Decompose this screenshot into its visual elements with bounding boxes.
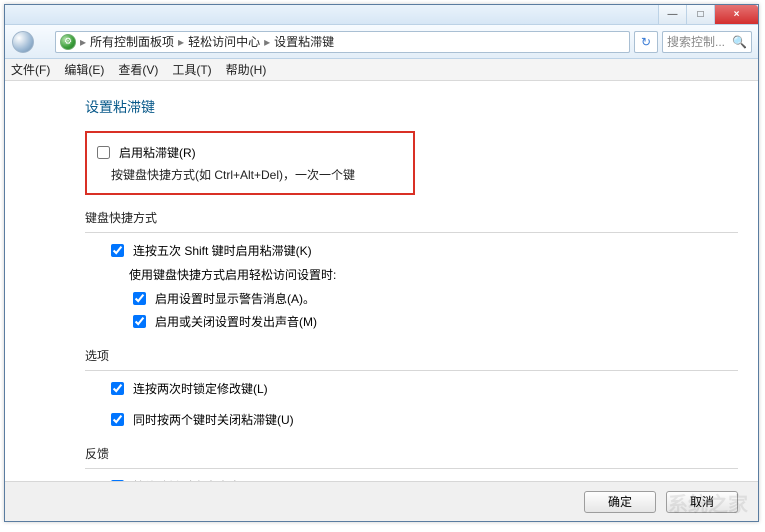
shift5-checkbox[interactable] — [111, 244, 124, 257]
shift5-label: 连按五次 Shift 键时启用粘滞键(K) — [133, 242, 312, 259]
back-icon[interactable] — [12, 31, 34, 53]
twokeys-off-checkbox[interactable] — [111, 413, 124, 426]
enable-sticky-keys-checkbox[interactable] — [97, 146, 110, 159]
sound-checkbox[interactable] — [133, 315, 146, 328]
chevron-right-icon: ▸ — [264, 35, 270, 49]
search-input[interactable]: 搜索控制... 🔍 — [662, 31, 752, 53]
cancel-button[interactable]: 取消 — [666, 491, 738, 513]
menu-file[interactable]: 文件(F) — [11, 61, 50, 78]
warn-label: 启用设置时显示警告消息(A)。 — [155, 290, 315, 307]
divider — [85, 370, 738, 371]
window-frame: — □ × ⚙ ▸ 所有控制面板项 ▸ 轻松访问中心 ▸ 设置粘滞键 ↻ 搜索控… — [4, 4, 759, 522]
ok-button[interactable]: 确定 — [584, 491, 656, 513]
highlight-box: 启用粘滞键(R) 按键盘快捷方式(如 Ctrl+Alt+Del)，一次一个键 — [85, 131, 415, 195]
menu-edit[interactable]: 编辑(E) — [64, 61, 104, 78]
menu-tools[interactable]: 工具(T) — [172, 61, 211, 78]
close-button[interactable]: × — [714, 5, 758, 24]
explorer-bar: ⚙ ▸ 所有控制面板项 ▸ 轻松访问中心 ▸ 设置粘滞键 ↻ 搜索控制... 🔍 — [5, 25, 758, 59]
chevron-right-icon: ▸ — [80, 35, 86, 49]
lock-modifier-label: 连按两次时锁定修改键(L) — [133, 380, 268, 397]
menu-help[interactable]: 帮助(H) — [226, 61, 267, 78]
warn-checkbox[interactable] — [133, 292, 146, 305]
nav-back-forward[interactable] — [11, 29, 51, 55]
divider — [85, 468, 738, 469]
content-area[interactable]: 设置粘滞键 启用粘滞键(R) 按键盘快捷方式(如 Ctrl+Alt+Del)，一… — [5, 83, 758, 481]
control-panel-icon: ⚙ — [60, 34, 76, 50]
address-bar[interactable]: ⚙ ▸ 所有控制面板项 ▸ 轻松访问中心 ▸ 设置粘滞键 — [55, 31, 630, 53]
minimize-button[interactable]: — — [658, 5, 686, 24]
chevron-right-icon: ▸ — [178, 35, 184, 49]
divider — [85, 232, 738, 233]
search-placeholder: 搜索控制... — [667, 33, 725, 50]
section-options: 选项 — [85, 347, 738, 364]
twokeys-off-label: 同时按两个键时关闭粘滞键(U) — [133, 411, 294, 428]
maximize-button[interactable]: □ — [686, 5, 714, 24]
enable-sticky-keys-label: 启用粘滞键(R) — [119, 144, 196, 161]
breadcrumb-sticky-keys[interactable]: 设置粘滞键 — [274, 33, 334, 50]
enable-sticky-keys-desc: 按键盘快捷方式(如 Ctrl+Alt+Del)，一次一个键 — [111, 166, 405, 183]
sound-label: 启用或关闭设置时发出声音(M) — [155, 313, 317, 330]
breadcrumb-ease-of-access[interactable]: 轻松访问中心 — [188, 33, 260, 50]
footer-bar: 确定 取消 — [5, 481, 758, 521]
search-icon: 🔍 — [732, 35, 747, 49]
menu-bar: 文件(F) 编辑(E) 查看(V) 工具(T) 帮助(H) — [5, 59, 758, 81]
page-title: 设置粘滞键 — [85, 97, 738, 117]
menu-view[interactable]: 查看(V) — [118, 61, 158, 78]
shift5-desc: 使用键盘快捷方式启用轻松访问设置时: — [129, 266, 738, 283]
breadcrumb-all-items[interactable]: 所有控制面板项 — [90, 33, 174, 50]
titlebar: — □ × — [5, 5, 758, 25]
section-feedback: 反馈 — [85, 445, 738, 462]
section-keyboard-shortcut: 键盘快捷方式 — [85, 209, 738, 226]
refresh-icon: ↻ — [641, 35, 651, 49]
refresh-button[interactable]: ↻ — [634, 31, 658, 53]
lock-modifier-checkbox[interactable] — [111, 382, 124, 395]
